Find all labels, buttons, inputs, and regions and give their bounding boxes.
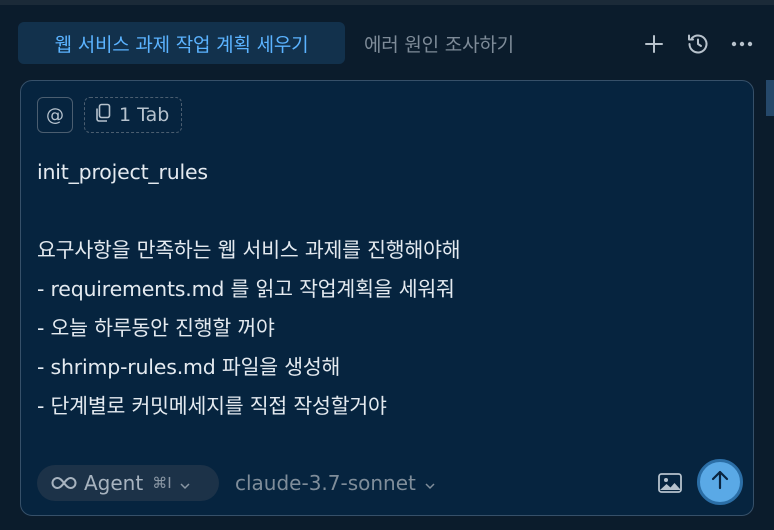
at-icon: @ (46, 104, 64, 126)
chat-composer: @ 1 Tab init_project_rules 요구사항을 만족하는 웹 … (20, 80, 754, 516)
history-icon[interactable] (685, 31, 711, 57)
prompt-input[interactable]: init_project_rules 요구사항을 만족하는 웹 서비스 과제를 … (37, 153, 727, 426)
prompt-line: 요구사항을 만족하는 웹 서비스 과제를 진행해야해 (37, 238, 461, 262)
model-selector[interactable]: claude-3.7-sonnet (235, 465, 436, 501)
mode-selector[interactable]: Agent ⌘I (37, 465, 219, 501)
more-icon[interactable] (729, 31, 755, 57)
scrollbar-thumb[interactable] (766, 80, 774, 116)
prompt-line: init_project_rules (37, 160, 208, 184)
arrow-up-icon (710, 469, 730, 495)
prompt-line (37, 192, 727, 231)
prompt-line: - shrimp-rules.md 파일을 생성해 (37, 355, 341, 379)
prompt-line: - requirements.md 를 읽고 작업계획을 세워줘 (37, 277, 455, 301)
copy-icon (95, 103, 111, 128)
model-label: claude-3.7-sonnet (235, 471, 416, 495)
context-tab-chip[interactable]: 1 Tab (84, 97, 183, 133)
tab-error-investigation[interactable]: 에러 원인 조사하기 (352, 22, 526, 64)
prompt-line: - 오늘 하루동안 진행할 꺼야 (37, 316, 275, 340)
chevron-down-icon (424, 471, 436, 495)
infinity-icon (51, 471, 77, 495)
send-button[interactable] (697, 459, 743, 505)
tab-web-service-plan[interactable]: 웹 서비스 과제 작업 계획 세우기 (18, 22, 345, 64)
context-chip-label: 1 Tab (119, 104, 170, 126)
chat-tab-bar: 웹 서비스 과제 작업 계획 세우기 에러 원인 조사하기 (0, 8, 774, 80)
image-icon[interactable] (657, 471, 683, 495)
mode-label: Agent (84, 471, 144, 495)
mention-button[interactable]: @ (37, 97, 73, 133)
mode-shortcut: ⌘I (152, 474, 172, 492)
chevron-down-icon (179, 471, 191, 495)
top-border (0, 0, 774, 5)
plus-icon[interactable] (641, 31, 667, 57)
prompt-line: - 단계별로 커밋메세지를 직접 작성할거야 (37, 394, 387, 418)
